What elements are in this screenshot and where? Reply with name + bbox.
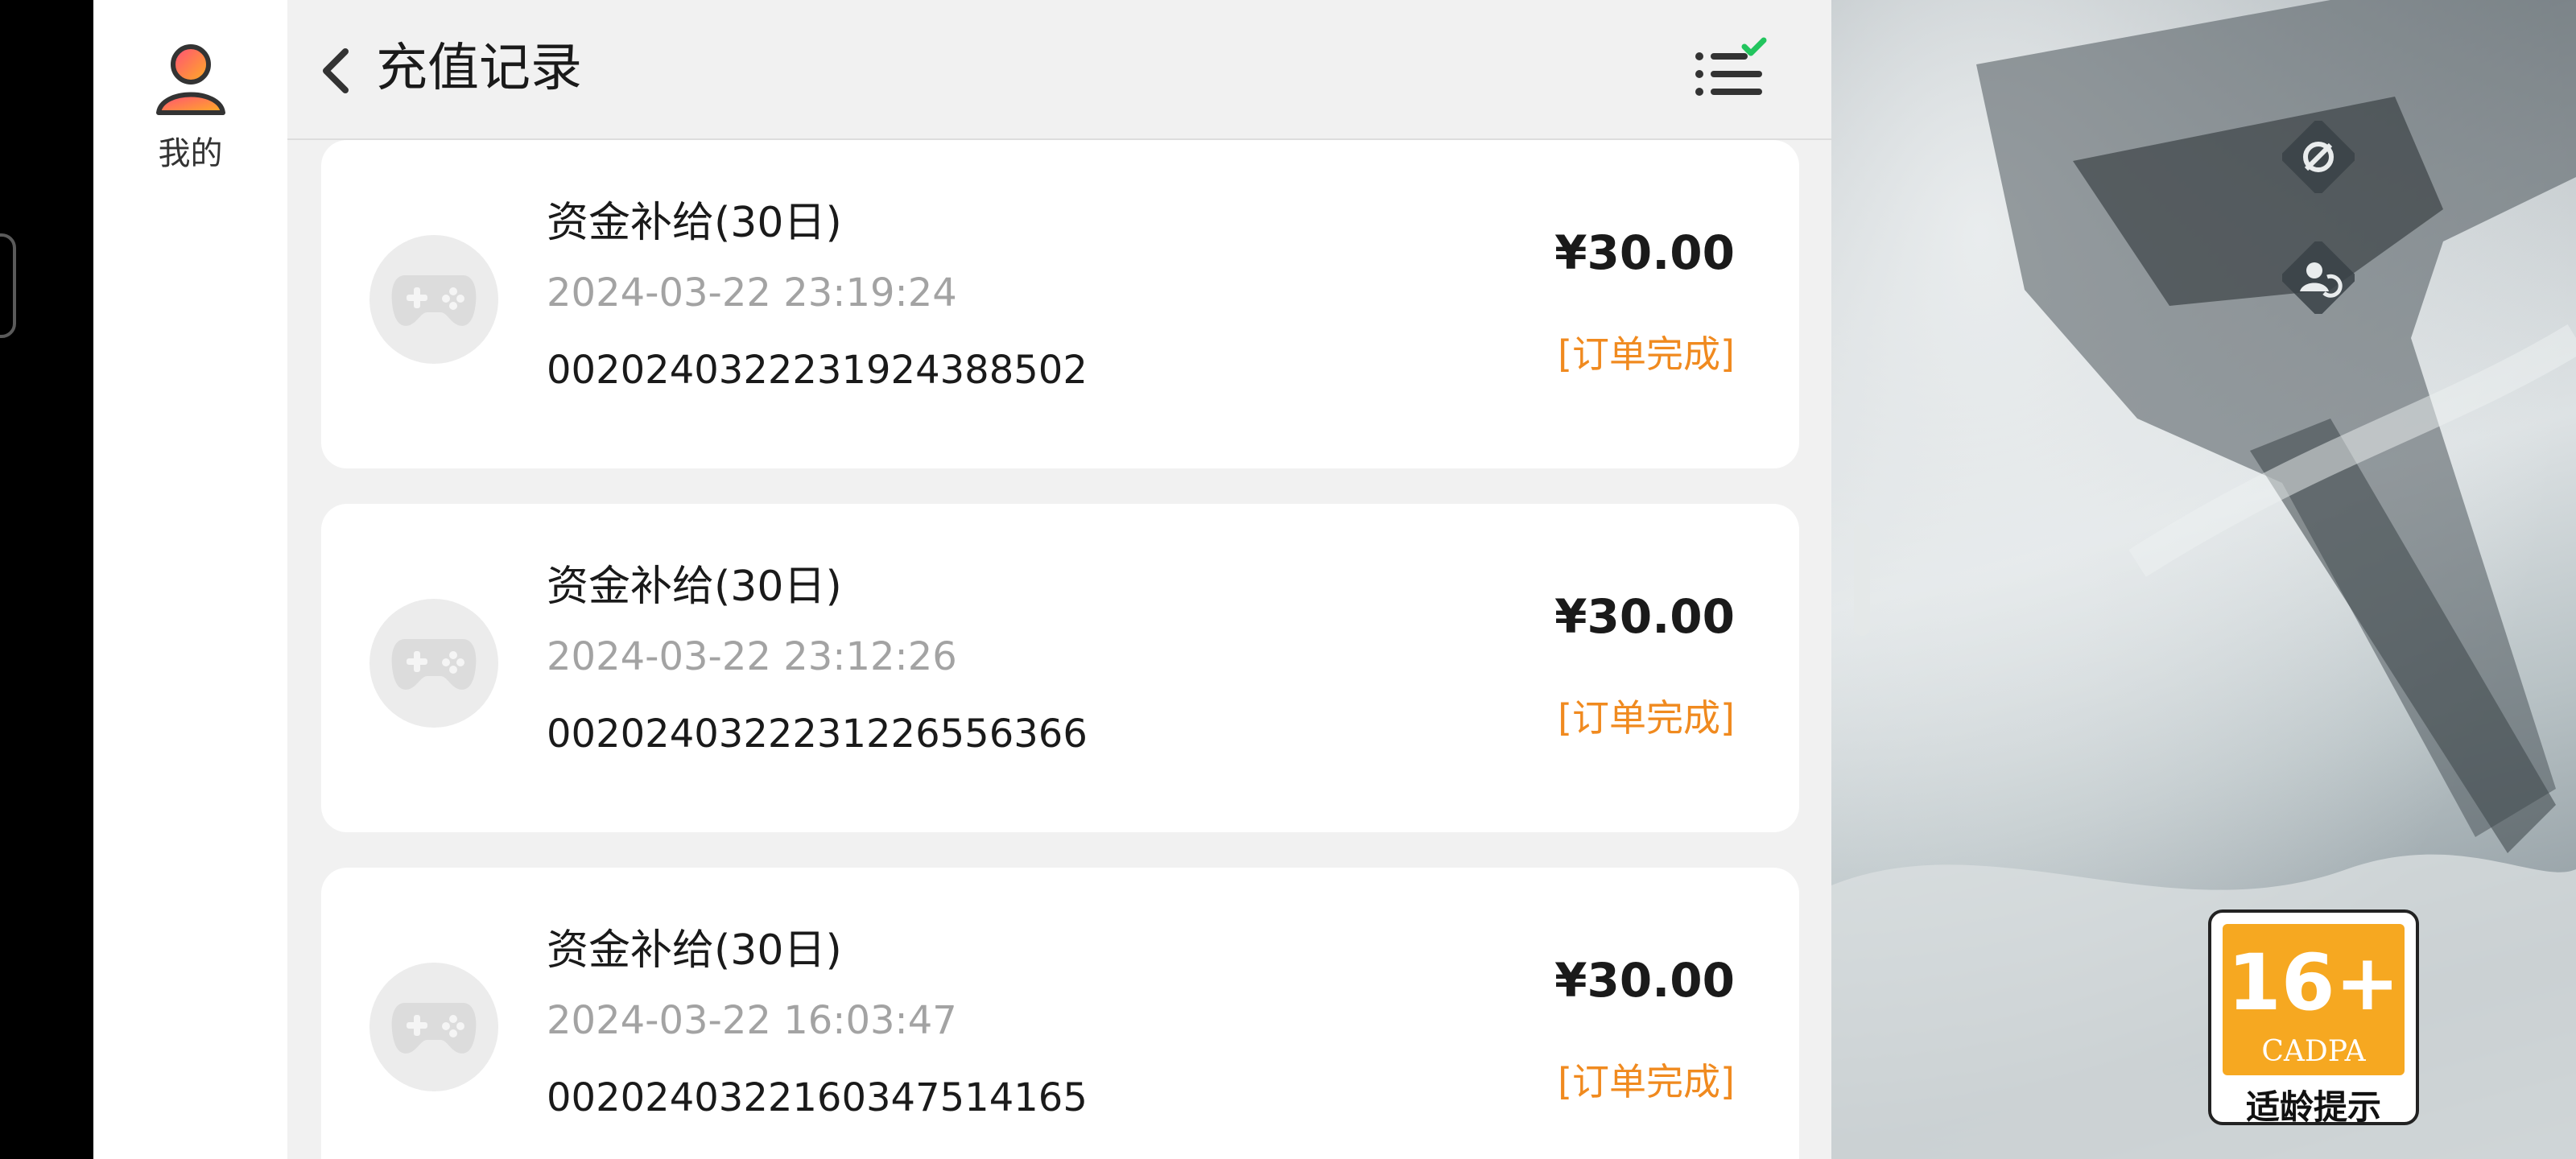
page-title: 充值记录 bbox=[376, 39, 582, 98]
scroll-indicator[interactable] bbox=[1854, 523, 1870, 636]
record-price: ¥30.00 bbox=[1554, 589, 1735, 644]
settings-tool-icon[interactable] bbox=[2278, 117, 2359, 197]
checklist-icon bbox=[1695, 37, 1767, 96]
back-button[interactable] bbox=[308, 40, 365, 101]
record-status: [订单完成] bbox=[1558, 696, 1735, 740]
filter-list-button[interactable] bbox=[1688, 37, 1777, 109]
game-scene-art bbox=[1831, 0, 2576, 1159]
record-title: 资金补给(30日) bbox=[547, 926, 842, 975]
chevron-left-icon bbox=[323, 48, 349, 93]
record-list[interactable]: 资金补给(30日) 2024-03-22 23:19:24 0020240322… bbox=[287, 140, 1831, 1159]
age-rating-badge: 16+ CADPA 适龄提示 bbox=[2208, 909, 2419, 1125]
sidebar: 我的 bbox=[93, 0, 287, 1159]
record-status: [订单完成] bbox=[1558, 332, 1735, 376]
gamepad-icon bbox=[391, 639, 477, 690]
record-time: 2024-03-22 16:03:47 bbox=[547, 998, 957, 1043]
user-avatar-icon bbox=[155, 44, 225, 115]
rating-tip: 适龄提示 bbox=[2245, 1087, 2381, 1125]
record-title: 资金补给(30日) bbox=[547, 563, 842, 611]
sidebar-item-label: 我的 bbox=[158, 135, 223, 172]
header: 充值记录 bbox=[287, 0, 1831, 140]
edge-swipe-handle[interactable] bbox=[0, 233, 16, 338]
game-thumbnail bbox=[369, 963, 498, 1091]
record-time: 2024-03-22 23:12:26 bbox=[547, 634, 957, 679]
record-order-id: 0020240322231226556366 bbox=[547, 711, 1088, 757]
rating-org: CADPA bbox=[2261, 1035, 2366, 1068]
gamepad-icon bbox=[391, 1003, 477, 1054]
age-rating-panel: 16+ CADPA bbox=[2223, 924, 2405, 1075]
age-rating-value: 16+ bbox=[2227, 938, 2401, 1028]
record-title: 资金补给(30日) bbox=[547, 199, 842, 247]
game-background: 16+ CADPA 适龄提示 bbox=[1831, 0, 2576, 1159]
account-switch-icon[interactable] bbox=[2278, 237, 2359, 318]
record-order-id: 0020240322231924388502 bbox=[547, 348, 1088, 393]
gamepad-icon bbox=[391, 275, 477, 326]
record-status: [订单完成] bbox=[1558, 1060, 1735, 1103]
record-card[interactable]: 资金补给(30日) 2024-03-22 23:19:24 0020240322… bbox=[321, 140, 1799, 468]
game-thumbnail bbox=[369, 235, 498, 364]
record-order-id: 0020240322160347514165 bbox=[547, 1075, 1088, 1120]
recharge-records-panel: 充值记录 资金补给(30日) 2024-03-22 23:19:24 00202… bbox=[287, 0, 1831, 1159]
game-thumbnail bbox=[369, 599, 498, 728]
record-price: ¥30.00 bbox=[1554, 953, 1735, 1008]
record-card[interactable]: 资金补给(30日) 2024-03-22 16:03:47 0020240322… bbox=[321, 868, 1799, 1159]
record-price: ¥30.00 bbox=[1554, 225, 1735, 280]
sidebar-item-mine[interactable]: 我的 bbox=[93, 32, 287, 174]
record-time: 2024-03-22 23:19:24 bbox=[547, 270, 957, 316]
left-black-strip bbox=[0, 0, 93, 1159]
record-card[interactable]: 资金补给(30日) 2024-03-22 23:12:26 0020240322… bbox=[321, 504, 1799, 832]
